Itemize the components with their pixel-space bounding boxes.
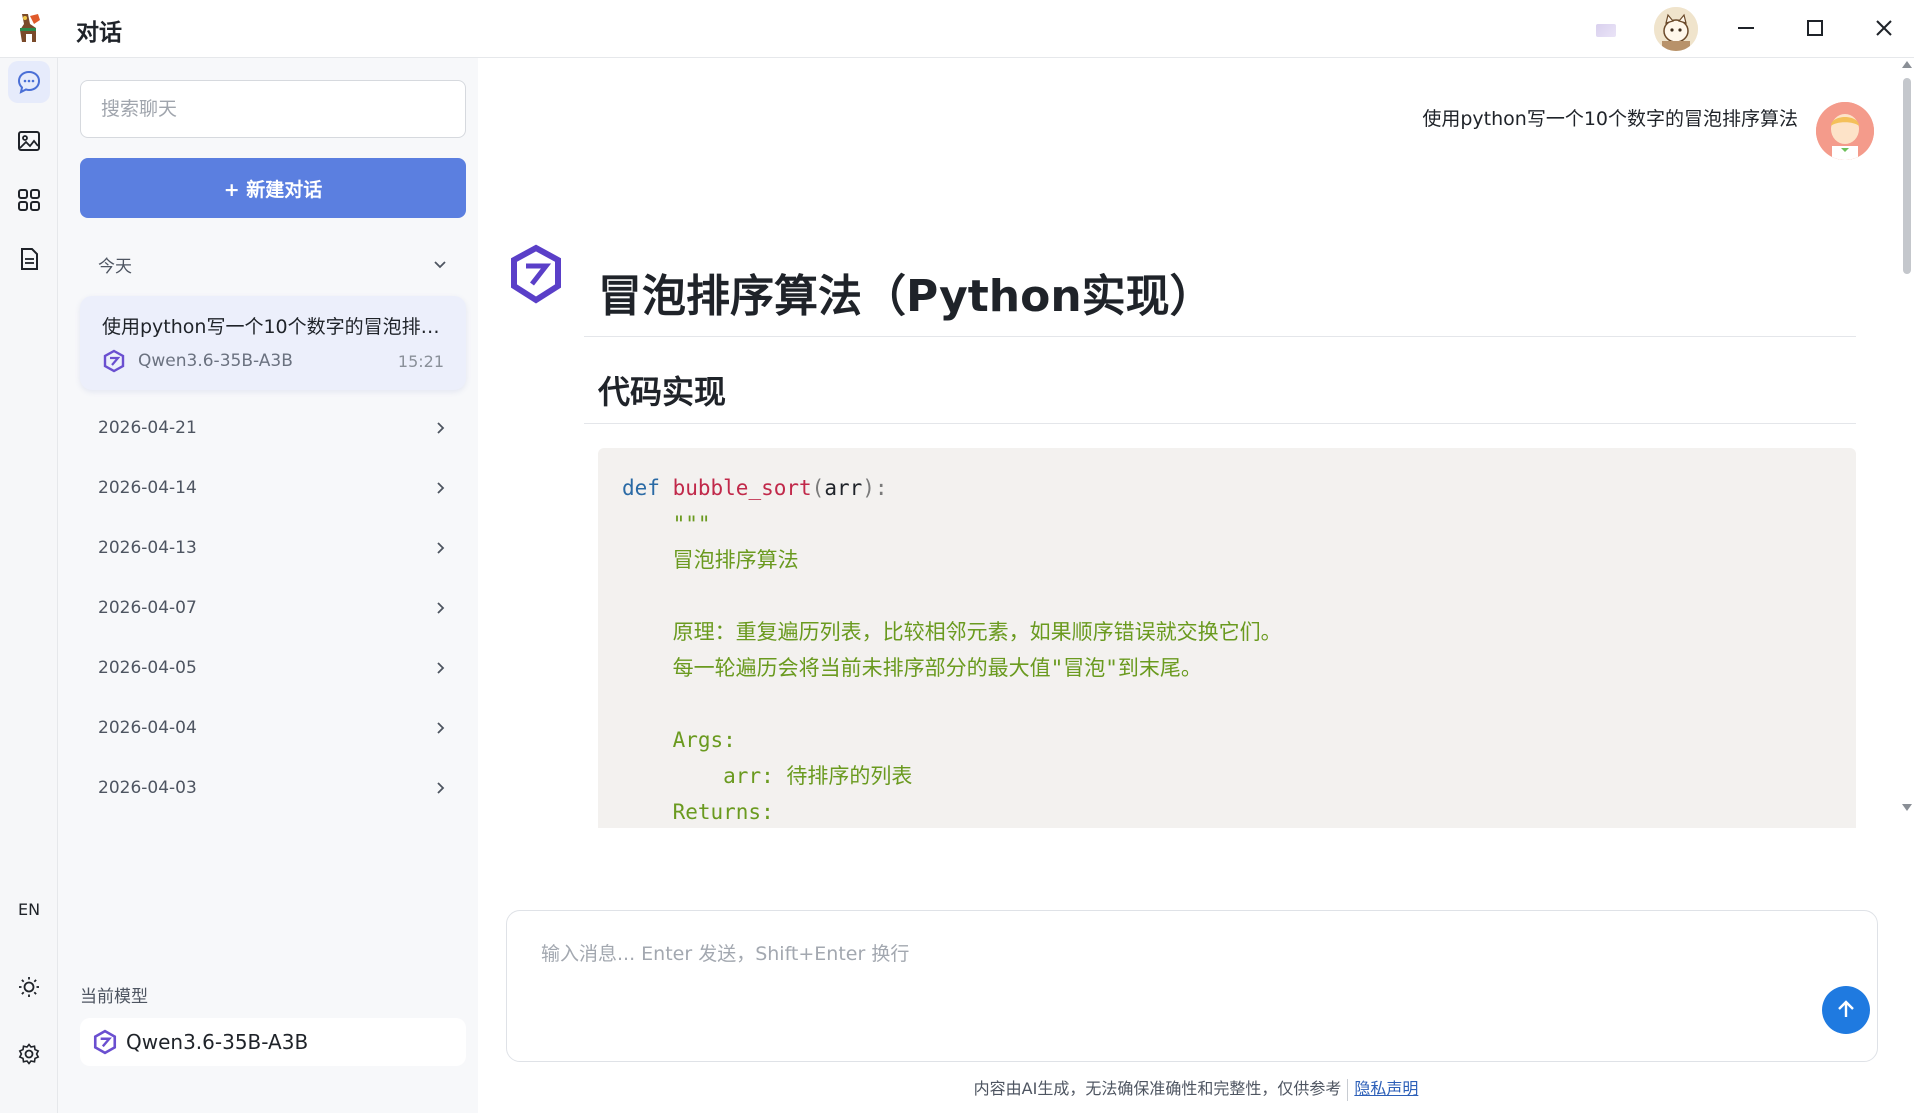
group-today[interactable]: 今天 (80, 244, 466, 284)
group-date-5[interactable]: 2026-04-04 (80, 708, 466, 748)
group-date-label: 2026-04-07 (98, 598, 197, 618)
group-date-label: 2026-04-21 (98, 418, 197, 438)
answer-subheading: 代码实现 (584, 337, 1856, 424)
gear-icon (18, 1043, 40, 1065)
rail-theme-button[interactable] (8, 966, 50, 1008)
footer-divider (1347, 1078, 1349, 1101)
chevron-down-icon (434, 261, 446, 269)
scroll-down-icon[interactable] (1900, 802, 1914, 814)
nav-rail: EN (0, 58, 58, 1113)
new-chat-button[interactable]: + 新建对话 (80, 158, 466, 218)
search-chats-input[interactable] (80, 80, 466, 138)
app-window: 对话 EN 搜索聊天 + 新建对话 今天 使用python写一个10个数字的冒泡… (0, 0, 1914, 1113)
message-input[interactable] (541, 939, 1741, 1019)
group-date-4[interactable]: 2026-04-05 (80, 648, 466, 688)
conversation-time: 15:21 (397, 351, 444, 371)
thumbnail-image[interactable] (1596, 24, 1616, 37)
user-avatar (1816, 102, 1874, 160)
send-button[interactable] (1822, 986, 1870, 1034)
current-model-selector[interactable]: Qwen3.6-35B-A3B (80, 1018, 466, 1066)
chat-bubble-icon (17, 70, 41, 94)
chevron-right-icon (437, 602, 445, 614)
footer-disclaimer: 内容由AI生成，无法确保准确性和完整性，仅供参考 (973, 1079, 1342, 1098)
image-icon (18, 131, 40, 151)
group-date-0[interactable]: 2026-04-21 (80, 408, 466, 448)
user-message: 使用python写一个10个数字的冒泡排序算法 (1422, 108, 1798, 130)
current-model-label: 当前模型 (80, 987, 148, 1007)
code-param: arr (824, 476, 863, 500)
current-model-name: Qwen3.6-35B-A3B (126, 1030, 309, 1054)
rail-settings-button[interactable] (8, 1033, 50, 1075)
answer-heading: 冒泡排序算法（Python实现） (584, 244, 1856, 337)
group-date-label: 2026-04-05 (98, 658, 197, 678)
window-title: 对话 (76, 20, 122, 46)
conversation-sidebar: + 新建对话 今天 使用python写一个10个数字的冒泡排序算法 Qwen3.… (58, 58, 478, 1113)
group-date-label: 2026-04-14 (98, 478, 197, 498)
code-paren: ): (862, 476, 888, 500)
footer-notice: 内容由AI生成，无法确保准确性和完整性，仅供参考 隐私声明 (478, 1075, 1914, 1101)
user-avatar-icon (1816, 102, 1874, 160)
rail-apps-button[interactable] (8, 179, 50, 221)
message-input-box[interactable] (506, 910, 1878, 1062)
code-docstring-line: 待排序的列表 (786, 764, 913, 788)
group-today-label: 今天 (98, 256, 132, 277)
conversation-model: Qwen3.6-35B-A3B (138, 351, 293, 371)
group-date-3[interactable]: 2026-04-07 (80, 588, 466, 628)
code-docstring-line: arr: (723, 764, 774, 788)
chevron-right-icon (437, 722, 445, 734)
active-conversation-item[interactable]: 使用python写一个10个数字的冒泡排序算法 Qwen3.6-35B-A3B … (80, 296, 466, 390)
sun-icon (19, 977, 39, 997)
maximize-icon[interactable] (1795, 10, 1835, 46)
scroll-thumb[interactable] (1903, 78, 1911, 274)
grid-apps-icon (18, 189, 40, 211)
code-keyword: def (622, 476, 660, 500)
group-date-2[interactable]: 2026-04-13 (80, 528, 466, 568)
assistant-answer: 冒泡排序算法（Python实现） 代码实现 def bubble_sort(ar… (584, 244, 1870, 828)
chat-scrollbar[interactable] (1900, 58, 1914, 828)
chevron-right-icon (437, 542, 445, 554)
code-docstring-line: 每一轮遍历会将当前未排序部分的最大值"冒泡"到末尾。 (672, 656, 1202, 680)
rail-image-button[interactable] (8, 120, 50, 162)
document-icon (21, 248, 38, 270)
close-icon[interactable] (1864, 10, 1904, 46)
rail-document-button[interactable] (8, 238, 50, 280)
group-date-label: 2026-04-03 (98, 778, 197, 798)
minimize-icon[interactable] (1726, 10, 1766, 46)
qwen-logo-icon (93, 1029, 117, 1055)
assistant-logo-icon (511, 244, 561, 304)
chevron-right-icon (437, 662, 445, 674)
code-function-name: bubble_sort (672, 476, 812, 500)
code-docstring-line: 原理：重复遍历列表，比较相邻元素，如果顺序错误就交换它们。 (672, 620, 1282, 644)
code-block: def bubble_sort(arr): """ 冒泡排序算法 原理：重复遍历… (598, 448, 1856, 828)
code-docstring-line: Args: (672, 728, 736, 752)
code-docstring-line: 冒泡排序算法 (672, 548, 799, 572)
group-date-label: 2026-04-13 (98, 538, 197, 558)
arrow-up-icon (1838, 1000, 1854, 1017)
chevron-right-icon (437, 482, 445, 494)
qwen-logo-icon (103, 349, 125, 373)
conversation-title: 使用python写一个10个数字的冒泡排序算法 (102, 316, 444, 338)
language-toggle[interactable]: EN (0, 900, 58, 919)
scroll-up-icon[interactable] (1900, 58, 1914, 70)
privacy-link[interactable]: 隐私声明 (1354, 1079, 1418, 1098)
code-docstring-line: Returns: (672, 800, 774, 824)
chevron-right-icon (437, 782, 445, 794)
rail-chat-button[interactable] (8, 61, 50, 103)
title-bar: 对话 (0, 0, 1914, 58)
app-logo-icon (20, 14, 40, 42)
group-date-6[interactable]: 2026-04-03 (80, 768, 466, 808)
chevron-right-icon (437, 422, 445, 434)
cat-avatar-icon (1654, 7, 1698, 51)
account-avatar[interactable] (1654, 7, 1698, 51)
group-date-1[interactable]: 2026-04-14 (80, 468, 466, 508)
chat-main: 使用python写一个10个数字的冒泡排序算法 冒泡排序算法（Python实现）… (478, 58, 1914, 1113)
code-paren: ( (811, 476, 825, 500)
group-date-label: 2026-04-04 (98, 718, 197, 738)
code-docstring-quote: """ (672, 512, 711, 536)
